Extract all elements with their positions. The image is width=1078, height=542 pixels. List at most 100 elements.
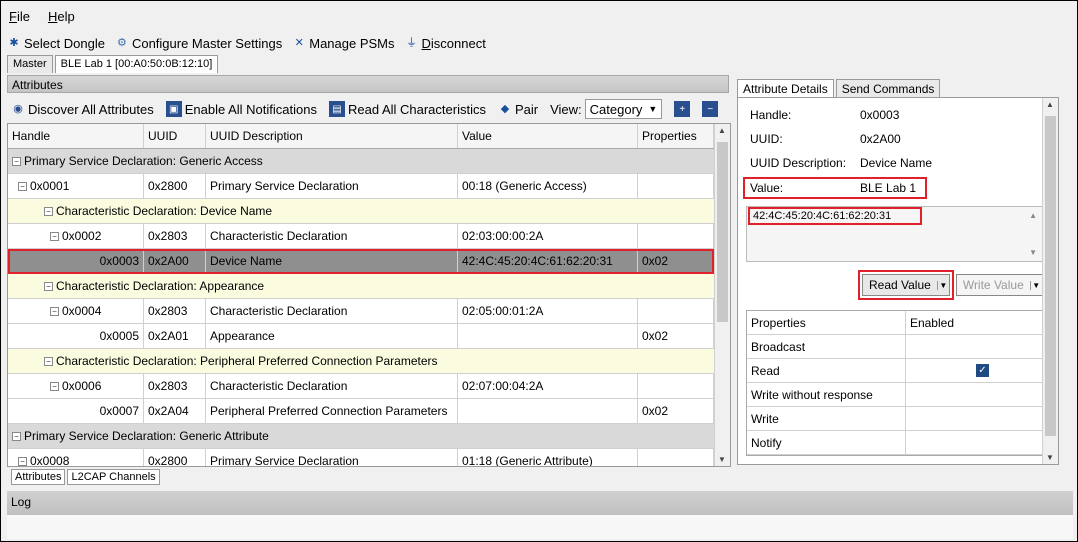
service-group-row[interactable]: − Primary Service Declaration: Generic Ac… (8, 149, 714, 174)
table-row[interactable]: 0x0005 0x2A01 Appearance 0x02 (8, 324, 714, 349)
tab-attributes[interactable]: Attributes (11, 469, 66, 485)
attributes-scrollbar[interactable]: ▲ ▼ (714, 124, 730, 466)
book-icon: ▤ (328, 101, 345, 117)
collapse-icon[interactable]: − (12, 431, 21, 441)
desc-cell: Appearance (206, 324, 458, 348)
main-toolbar: ✱ Select Dongle ⚙ Configure Master Setti… (7, 33, 486, 53)
pair-label: Pair (514, 101, 539, 117)
desc-cell: Peripheral Preferred Connection Paramete… (206, 399, 458, 423)
col-uuid-description[interactable]: UUID Description (206, 124, 458, 148)
scroll-up-icon[interactable]: ▲ (718, 126, 726, 135)
pair-button[interactable]: ◆ Pair (498, 102, 538, 117)
props-cell (638, 299, 714, 323)
discover-all-label: Discover All Attributes (28, 101, 154, 117)
collapse-icon[interactable]: − (12, 156, 21, 166)
globe-icon: ◉ (13, 102, 23, 115)
group-cell: − Primary Service Declaration: Generic Ac… (8, 149, 714, 173)
handle-cell: 0x0007 (8, 399, 144, 423)
notification-icon: ▣ (165, 101, 182, 117)
service-group-row[interactable]: − Primary Service Declaration: Generic At… (8, 424, 714, 449)
value-cell: 42:4C:45:20:4C:61:62:20:31 (458, 249, 638, 273)
read-value-button[interactable]: Read Value ▼ (858, 270, 954, 300)
checkbox-checked-icon[interactable]: ✓ (975, 364, 989, 377)
manage-psms-button[interactable]: ✕ Manage PSMs (292, 35, 395, 51)
write-value-button[interactable]: Write Value ▼ (955, 274, 1043, 296)
property-enabled[interactable] (906, 431, 1051, 454)
scrollbar-thumb[interactable] (1045, 116, 1056, 436)
props-cell (638, 374, 714, 398)
collapse-icon[interactable]: − (18, 181, 27, 191)
col-uuid[interactable]: UUID (144, 124, 206, 148)
enable-notifications-button[interactable]: ▣ Enable All Notifications (165, 101, 317, 117)
scrollbar-thumb[interactable] (717, 142, 728, 322)
scroll-down-icon[interactable]: ▼ (1046, 453, 1054, 462)
properties-header-row: Properties Enabled (747, 311, 1051, 335)
collapse-icon[interactable]: − (44, 206, 53, 216)
characteristic-group-row[interactable]: − Characteristic Declaration: Peripheral … (8, 349, 714, 374)
collapse-icon[interactable]: − (18, 456, 27, 466)
tab-l2cap-channels[interactable]: L2CAP Channels (67, 469, 160, 485)
scroll-down-icon[interactable]: ▼ (718, 455, 726, 464)
desc-cell: Characteristic Declaration (206, 299, 458, 323)
scroll-down-icon[interactable]: ▼ (1029, 248, 1037, 257)
collapse-icon[interactable]: − (50, 381, 59, 391)
collapse-icon[interactable]: − (44, 281, 53, 291)
collapse-icon[interactable]: − (50, 306, 59, 316)
menu-file[interactable]: File (7, 9, 32, 27)
value-cell: 02:07:00:04:2A (458, 374, 638, 398)
property-name: Notify (747, 431, 906, 454)
select-dongle-button[interactable]: ✱ Select Dongle (7, 36, 105, 51)
disconnect-button[interactable]: ⏚ Disconnect (405, 36, 486, 51)
table-row-selected[interactable]: 0x0003 0x2A00 Device Name 42:4C:45:20:4C… (8, 249, 714, 274)
scroll-up-icon[interactable]: ▲ (1029, 211, 1037, 220)
app-window: File Help ✱ Select Dongle ⚙ Configure Ma… (0, 0, 1078, 542)
tab-device[interactable]: BLE Lab 1 [00:A0:50:0B:12:10] (54, 55, 219, 73)
uuid-cell: 0x2800 (144, 449, 206, 466)
uuid-label: UUID: (750, 132, 783, 146)
table-row[interactable]: −0x0008 0x2800 Primary Service Declarati… (8, 449, 714, 466)
view-dropdown[interactable]: Category ▼ (584, 99, 663, 119)
hex-value-textarea[interactable]: 42:4C:45:20:4C:61:62:20:31 ▲ ▼ (746, 206, 1044, 262)
value-cell (458, 399, 638, 423)
table-row[interactable]: −0x0001 0x2800 Primary Service Declarati… (8, 174, 714, 199)
desc-cell: Device Name (206, 249, 458, 273)
value-actions: Read Value ▼ Write Value ▼ (858, 270, 1043, 300)
group-label: Primary Service Declaration: Generic Att… (24, 429, 269, 443)
collapse-all-icon[interactable]: − (702, 101, 719, 117)
property-enabled[interactable] (906, 383, 1051, 406)
scroll-up-icon[interactable]: ▲ (1046, 100, 1054, 109)
characteristic-group-row[interactable]: − Characteristic Declaration: Device Name (8, 199, 714, 224)
tab-master[interactable]: Master (7, 55, 53, 73)
manage-psms-label: Manage PSMs (309, 35, 395, 51)
property-enabled[interactable]: ✓ (906, 359, 1051, 382)
plug-icon: ⏚ (406, 36, 418, 49)
read-all-button[interactable]: ▤ Read All Characteristics (328, 101, 486, 117)
chevron-down-icon[interactable]: ▼ (936, 280, 949, 290)
discover-all-button[interactable]: ◉ Discover All Attributes (11, 102, 154, 117)
table-row[interactable]: −0x0006 0x2803 Characteristic Declaratio… (8, 374, 714, 399)
log-area[interactable] (7, 515, 1073, 539)
configure-master-button[interactable]: ⚙ Configure Master Settings (115, 36, 282, 51)
property-enabled[interactable] (906, 407, 1051, 430)
col-handle[interactable]: Handle (8, 124, 144, 148)
characteristic-group-row[interactable]: − Characteristic Declaration: Appearance (8, 274, 714, 299)
menu-help[interactable]: Help (46, 9, 77, 27)
collapse-icon[interactable]: − (50, 231, 59, 241)
details-tabs: Attribute Details Send Commands (737, 79, 942, 98)
table-row[interactable]: −0x0004 0x2803 Characteristic Declaratio… (8, 299, 714, 324)
group-label: Characteristic Declaration: Peripheral P… (56, 354, 438, 368)
group-label: Characteristic Declaration: Appearance (56, 279, 265, 293)
col-value[interactable]: Value (458, 124, 638, 148)
property-enabled[interactable] (906, 335, 1051, 358)
props-cell: 0x02 (638, 399, 714, 423)
col-properties[interactable]: Properties (638, 124, 714, 148)
chevron-down-icon[interactable]: ▼ (1029, 280, 1042, 290)
tab-attribute-details[interactable]: Attribute Details (737, 79, 834, 98)
details-scrollbar[interactable]: ▲ ▼ (1042, 98, 1058, 464)
table-row[interactable]: 0x0007 0x2A04 Peripheral Preferred Conne… (8, 399, 714, 424)
tab-send-commands[interactable]: Send Commands (835, 79, 941, 98)
table-row[interactable]: −0x0002 0x2803 Characteristic Declaratio… (8, 224, 714, 249)
collapse-icon[interactable]: − (44, 356, 53, 366)
chevron-down-icon: ▼ (648, 104, 658, 114)
expand-all-icon[interactable]: + (674, 101, 691, 117)
